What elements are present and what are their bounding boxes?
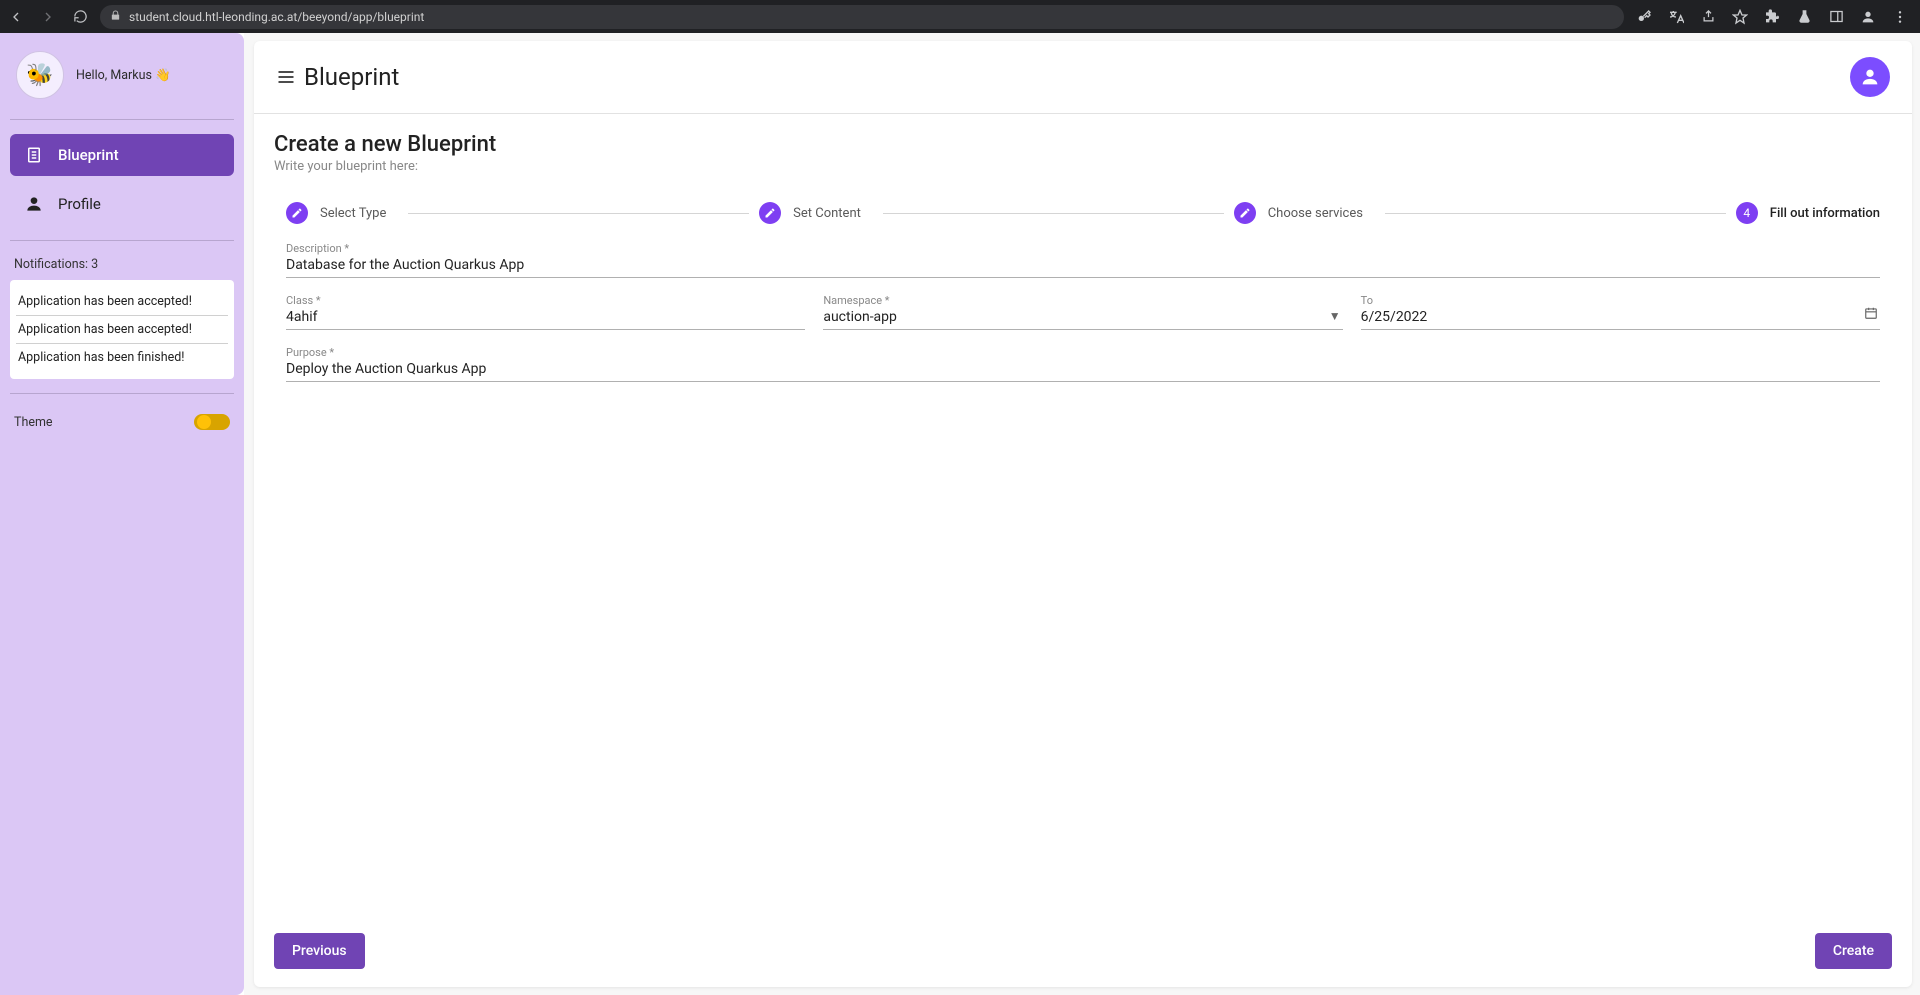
content-card: Blueprint Create a new Blueprint Write y… [254,41,1912,987]
purpose-field[interactable]: Purpose * [286,346,1880,382]
extensions-icon[interactable] [1764,9,1780,25]
hamburger-icon[interactable] [276,67,296,87]
theme-toggle[interactable] [194,414,230,430]
to-date-input[interactable] [1361,309,1880,325]
purpose-input[interactable] [286,361,1880,377]
namespace-field[interactable]: Namespace * ▼ [823,294,1342,330]
divider [10,119,234,120]
user-avatar-button[interactable] [1850,57,1890,97]
notification-item[interactable]: Application has been accepted! [16,316,228,344]
profile-icon[interactable] [1860,9,1876,25]
star-icon[interactable] [1732,9,1748,25]
url-text: student.cloud.htl-leonding.ac.at/beeyond… [129,10,424,24]
namespace-select[interactable] [823,309,1342,325]
sidebar-item-label: Profile [58,195,101,213]
sidebar-item-blueprint[interactable]: Blueprint [10,134,234,176]
field-label: Purpose * [286,346,1880,359]
sidebar: 🐝 Hello, Markus 👋 Blueprint Profile Noti… [0,33,244,995]
notification-item[interactable]: Application has been finished! [16,344,228,371]
panel-icon[interactable] [1828,9,1844,25]
step-fill-information[interactable]: 4 Fill out information [1736,202,1880,224]
sidebar-item-label: Blueprint [58,146,119,164]
description-input[interactable] [286,257,1880,273]
sidebar-user: 🐝 Hello, Markus 👋 [10,45,234,105]
field-label: Class * [286,294,805,307]
account-icon [24,194,44,214]
edit-icon [1234,202,1256,224]
edit-icon [286,202,308,224]
class-field[interactable]: Class * [286,294,805,330]
divider [10,240,234,241]
key-icon[interactable] [1636,9,1652,25]
share-icon[interactable] [1700,9,1716,25]
notification-item[interactable]: Application has been accepted! [16,288,228,316]
toggle-knob [197,415,211,429]
page-title: Blueprint [304,63,399,91]
flask-icon[interactable] [1796,9,1812,25]
create-button[interactable]: Create [1815,933,1892,969]
step-label: Select Type [320,206,386,221]
notifications-header: Notifications: 3 [10,255,234,274]
previous-button[interactable]: Previous [274,933,365,969]
calendar-icon[interactable] [1864,306,1878,323]
theme-label: Theme [14,415,53,430]
divider [10,393,234,394]
class-input[interactable] [286,309,805,325]
field-label: To [1361,294,1880,307]
greeting-text: Hello, Markus 👋 [76,68,171,83]
theme-row: Theme [10,412,234,432]
sidebar-item-profile[interactable]: Profile [10,182,234,226]
address-bar[interactable]: student.cloud.htl-leonding.ac.at/beeyond… [100,5,1624,29]
document-icon [24,146,44,164]
form-area: Description * Class * Namespace * ▼ [274,242,1892,382]
form-heading: Create a new Blueprint [274,132,1892,157]
step-number: 4 [1736,202,1758,224]
forward-icon[interactable] [40,9,56,25]
step-label: Choose services [1268,206,1363,221]
back-icon[interactable] [8,9,24,25]
step-set-content[interactable]: Set Content [759,202,873,224]
edit-icon [759,202,781,224]
lock-icon [110,10,121,24]
browser-chrome: student.cloud.htl-leonding.ac.at/beeyond… [0,0,1920,33]
main-content: Blueprint Create a new Blueprint Write y… [244,33,1920,995]
avatar: 🐝 [16,51,64,99]
menu-dots-icon[interactable] [1892,9,1908,25]
field-label: Description * [286,242,1880,255]
chevron-down-icon[interactable]: ▼ [1329,309,1341,323]
notifications-list: Application has been accepted! Applicati… [10,280,234,379]
form-subhead: Write your blueprint here: [274,159,1892,174]
step-label: Set Content [793,206,861,221]
step-choose-services[interactable]: Choose services [1234,202,1375,224]
to-date-field[interactable]: To [1361,294,1880,330]
step-label: Fill out information [1770,206,1880,221]
description-field[interactable]: Description * [286,242,1880,278]
card-footer: Previous Create [254,919,1912,987]
step-select-type[interactable]: Select Type [286,202,398,224]
stepper: Select Type Set Content Choo [274,202,1892,224]
field-label: Namespace * [823,294,1342,307]
reload-icon[interactable] [72,9,88,25]
card-header: Blueprint [254,41,1912,114]
translate-icon[interactable] [1668,9,1684,25]
